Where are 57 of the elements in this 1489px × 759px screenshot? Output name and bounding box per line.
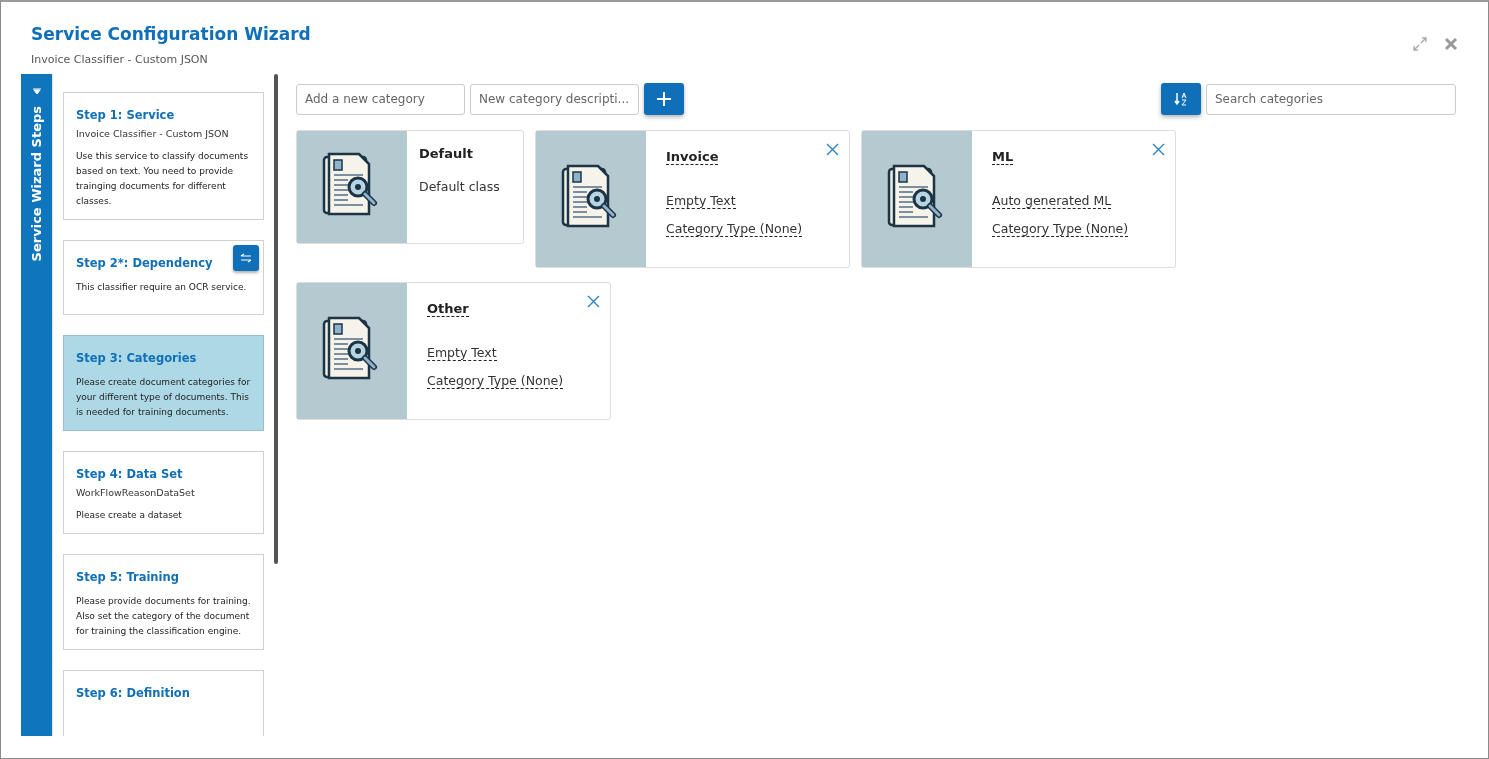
category-card[interactable]: Invoice Empty Text Category Type (None) xyxy=(535,130,850,268)
close-icon xyxy=(587,295,600,308)
step-card[interactable]: Step 6: Definition xyxy=(63,670,264,736)
delete-button[interactable] xyxy=(587,295,600,308)
category-card[interactable]: Other Empty Text Category Type (None) xyxy=(296,282,611,420)
category-name: Default xyxy=(419,146,473,161)
close-icon xyxy=(826,143,839,156)
step-title: Step 3: Categories xyxy=(76,351,198,365)
category-name-input[interactable]: Add a new category xyxy=(296,83,465,115)
category-description[interactable]: Auto generated ML xyxy=(992,193,1112,209)
close-icon[interactable] xyxy=(1444,37,1458,51)
close-icon xyxy=(1152,143,1165,156)
delete-button[interactable] xyxy=(826,143,839,156)
dialog-subtitle: Invoice Classifier - Custom JSON xyxy=(31,53,209,66)
steps-panel-title: Service Wizard Steps xyxy=(29,106,44,262)
category-description[interactable]: Empty Text xyxy=(427,345,497,361)
dialog-title: Service Configuration Wizard xyxy=(31,24,311,44)
swap-icon xyxy=(240,253,252,263)
expand-icon[interactable] xyxy=(1412,36,1428,52)
step-card[interactable]: Step 3: Categories Please create document categories for your different type of documents. This is needed for training documents. xyxy=(63,335,264,431)
step-description: Please provide documents for training. Also set the category of the document for training the classification engine. xyxy=(76,595,251,638)
step-title: Step 1: Service xyxy=(76,108,176,122)
category-name[interactable]: Other xyxy=(427,301,469,317)
category-description[interactable]: Empty Text xyxy=(666,193,736,209)
step-card[interactable]: Step 1: Service Invoice Classifier - Custom JSON Use this service to classify documents based on text. You need to provide trainging documents for different classes. xyxy=(63,92,264,220)
step-description: Please create document categories for your different type of documents. This is needed for training documents. xyxy=(76,376,251,419)
category-description-input[interactable]: New category descripti... xyxy=(470,83,639,115)
step-title: Step 5: Training xyxy=(76,570,180,584)
step-card[interactable]: Step 4: Data Set WorkFlowReasonDataSet Please create a dataset xyxy=(63,451,264,534)
step-description: Please create a dataset xyxy=(76,509,183,522)
swap-button[interactable] xyxy=(233,245,259,271)
delete-button[interactable] xyxy=(1152,143,1165,156)
sort-button[interactable] xyxy=(1161,83,1201,115)
step-card[interactable]: Step 2*: Dependency This classifier require an OCR service. xyxy=(63,240,264,315)
category-name[interactable]: ML xyxy=(992,149,1014,165)
category-type[interactable]: Category Type (None) xyxy=(427,373,564,389)
step-subtitle: WorkFlowReasonDataSet xyxy=(76,487,196,498)
pin-icon[interactable] xyxy=(32,88,41,96)
step-description: Use this service to classify documents based on text. You need to provide trainging documents for different classes. xyxy=(76,150,250,208)
step-title: Step 4: Data Set xyxy=(76,467,184,481)
scrollbar[interactable] xyxy=(274,74,278,564)
category-description: Default class xyxy=(419,179,500,194)
step-card[interactable]: Step 5: Training Please provide documents for training. Also set the category of the document for training the classification engine. xyxy=(63,554,264,650)
plus-icon xyxy=(656,91,672,107)
category-card[interactable]: ML Auto generated ML Category Type (None) xyxy=(861,130,1176,268)
category-card[interactable]: Default Default class xyxy=(296,130,524,244)
category-type[interactable]: Category Type (None) xyxy=(666,221,803,237)
sort-icon xyxy=(1174,92,1188,106)
step-title: Step 6: Definition xyxy=(76,686,191,700)
category-name[interactable]: Invoice xyxy=(666,149,719,165)
search-field[interactable]: Search categories xyxy=(1206,83,1456,115)
steps-side-tab[interactable]: Service Wizard Steps xyxy=(21,74,52,736)
step-subtitle: Invoice Classifier - Custom JSON xyxy=(76,128,230,139)
add-button[interactable] xyxy=(644,83,684,115)
step-description: This classifier require an OCR service. xyxy=(76,281,248,294)
category-type[interactable]: Category Type (None) xyxy=(992,221,1129,237)
step-title: Step 2*: Dependency xyxy=(76,256,214,270)
